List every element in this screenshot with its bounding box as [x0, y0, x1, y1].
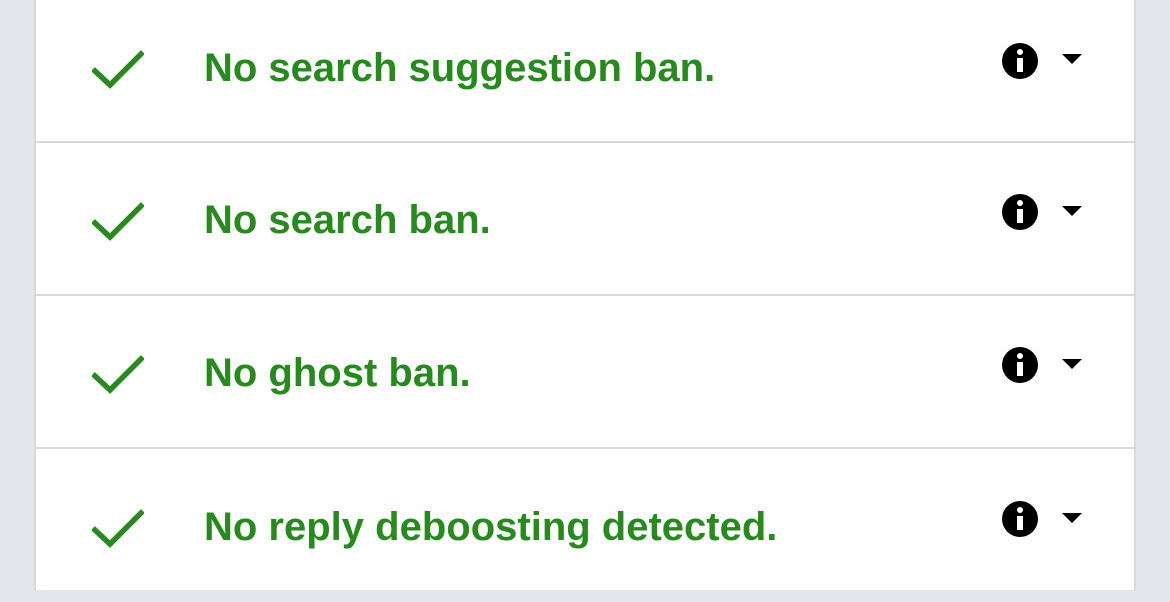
info-icon[interactable]: [1001, 42, 1039, 80]
check-icon: [92, 202, 144, 241]
caret-down-icon[interactable]: [1062, 359, 1082, 371]
result-label: No reply deboosting detected.: [204, 505, 778, 549]
result-row-reply-deboosting: No reply deboosting detected.: [36, 451, 1134, 602]
result-row-search-ban: No search ban.: [36, 145, 1134, 296]
check-icon: [92, 50, 144, 89]
info-icon[interactable]: [1001, 346, 1039, 384]
result-row-ghost-ban: No ghost ban.: [36, 298, 1134, 449]
row-divider: [36, 141, 1134, 143]
result-label: No search ban.: [204, 198, 491, 242]
caret-down-icon[interactable]: [1062, 513, 1082, 525]
info-icon[interactable]: [1001, 193, 1039, 231]
caret-down-icon[interactable]: [1062, 54, 1082, 66]
row-divider: [36, 294, 1134, 296]
result-label: No search suggestion ban.: [204, 46, 716, 90]
row-divider: [36, 447, 1134, 449]
results-card: No search suggestion ban. No search ban.: [34, 0, 1136, 590]
caret-down-icon[interactable]: [1062, 206, 1082, 218]
result-label: No ghost ban.: [204, 351, 471, 395]
check-icon: [92, 355, 144, 394]
result-row-search-suggestion-ban: No search suggestion ban.: [36, 0, 1134, 143]
info-icon[interactable]: [1001, 500, 1039, 538]
check-icon: [92, 509, 144, 548]
